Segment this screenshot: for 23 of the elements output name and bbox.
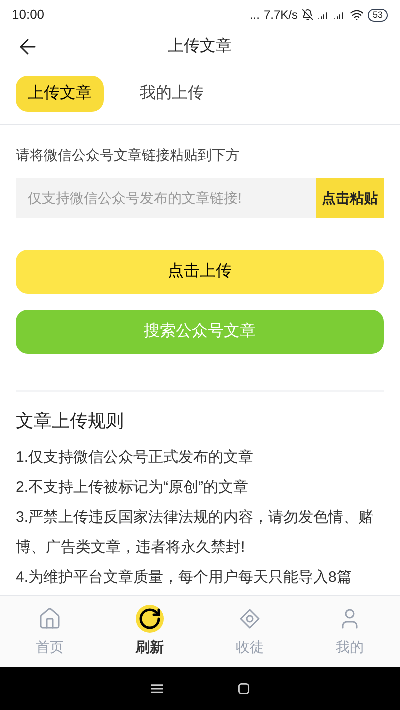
status-dots: ... <box>250 7 260 24</box>
battery-icon: 53 <box>368 8 388 22</box>
refresh-icon <box>138 607 162 631</box>
tab[interactable]: 我的上传 <box>128 76 216 112</box>
nav-tab[interactable]: 刷新 <box>100 596 200 667</box>
wifi-icon <box>350 8 364 22</box>
rule-text: 3.严禁上传违反国家法律法规的内容，请勿发色情、赌博、广告类文章，违者将永久禁封! <box>16 508 375 558</box>
rule-text: 1.仅支持微信公众号正式发布的文章 <box>16 448 255 468</box>
page-title: 上传文章 <box>168 36 232 57</box>
instruction-text: 请将微信公众号文章链接粘贴到下方 <box>16 146 241 165</box>
rule-text: 2.不支持上传被标记为“原创”的文章 <box>16 478 250 498</box>
link-field[interactable]: 仅支持微信公众号发布的文章链接! 点击粘贴 <box>16 178 384 218</box>
upload-button[interactable]: 点击上传 <box>16 250 384 294</box>
tab[interactable]: 上传文章 <box>16 76 104 112</box>
mute-icon <box>302 9 314 21</box>
home-icon <box>38 607 62 631</box>
network-speed: 7.7K/s <box>264 7 298 24</box>
rule-text: 4.为维护平台文章质量，每个用户每天只能导入8篇 <box>16 568 353 588</box>
menu-icon[interactable] <box>150 684 162 694</box>
home-button-icon[interactable] <box>238 682 250 694</box>
status-time: 10:00 <box>12 6 45 24</box>
rules-title: 文章上传规则 <box>16 410 125 433</box>
paste-button[interactable]: 点击粘贴 <box>316 178 384 218</box>
